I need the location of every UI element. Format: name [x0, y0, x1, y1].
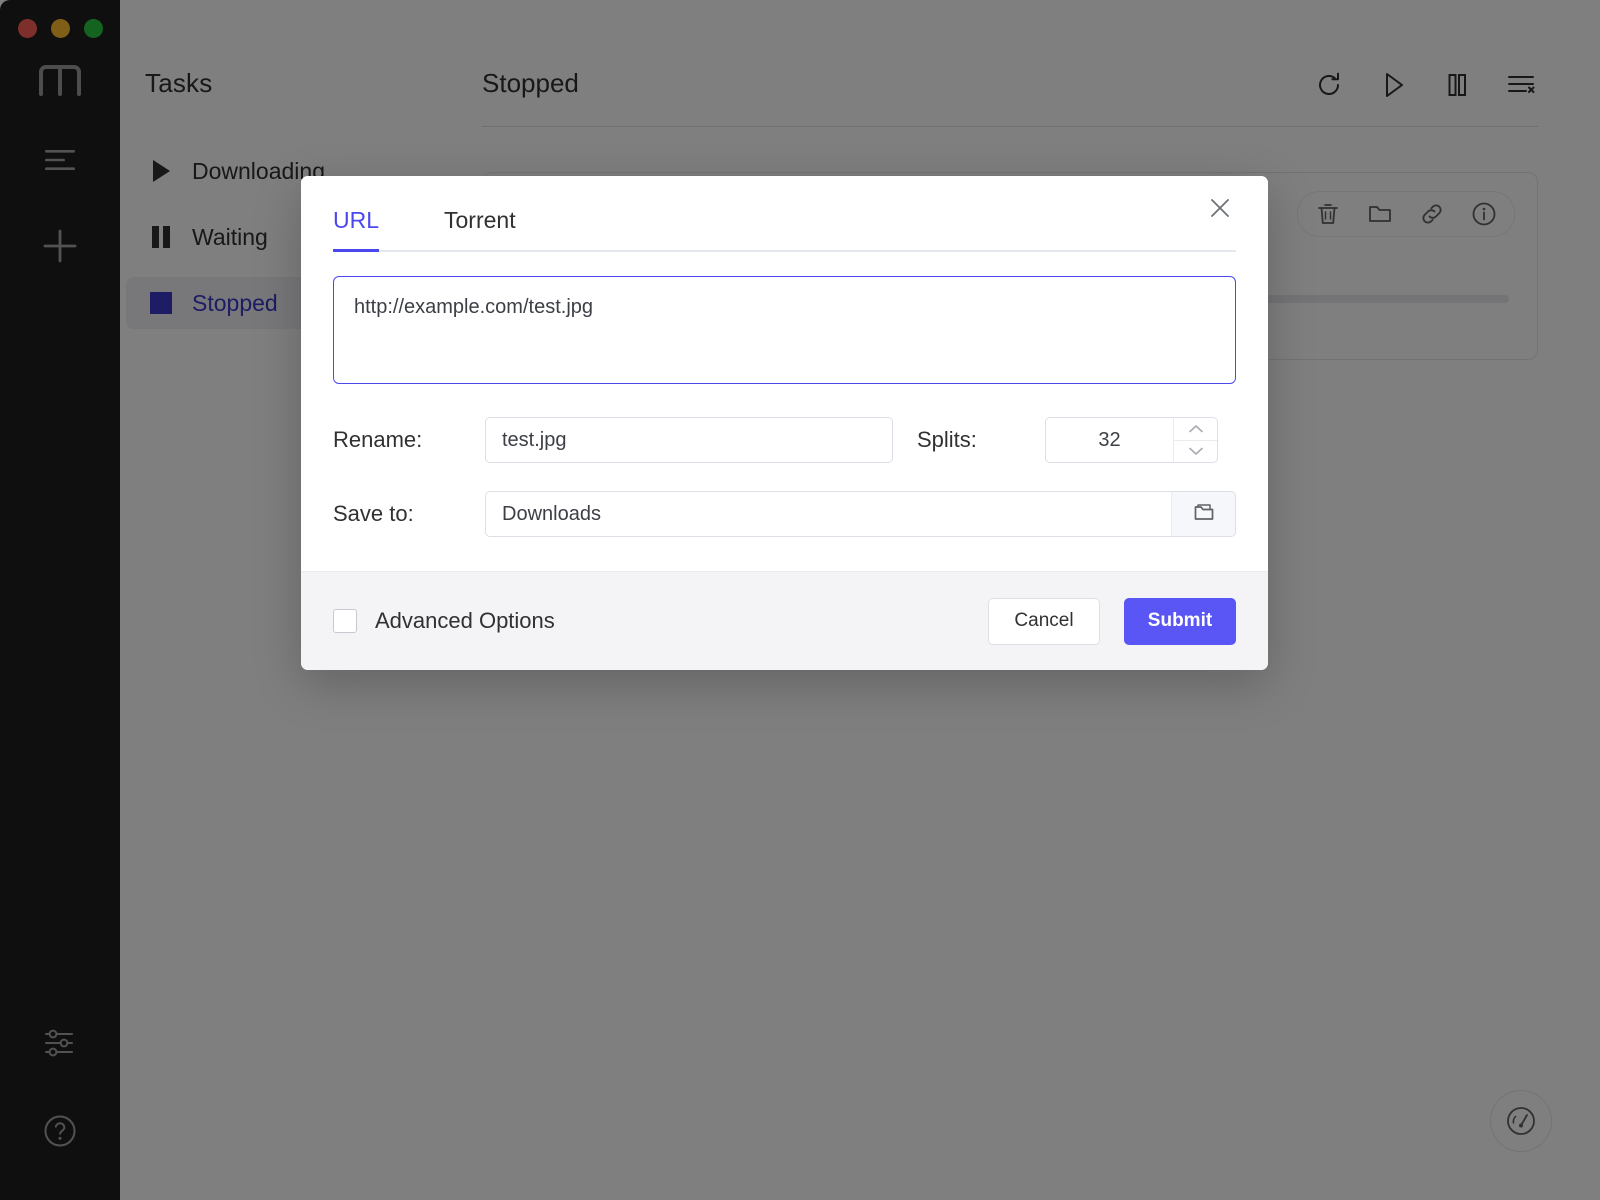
splits-stepper: [1045, 417, 1218, 463]
splits-input[interactable]: [1045, 417, 1173, 463]
submit-button[interactable]: Submit: [1124, 597, 1236, 645]
advanced-options-checkbox[interactable]: [333, 609, 357, 633]
rename-input[interactable]: [485, 417, 893, 463]
close-icon[interactable]: [1204, 192, 1236, 224]
browse-folder-button[interactable]: [1171, 491, 1236, 537]
dialog-tabs: URL Torrent: [333, 176, 1236, 252]
save-to-group: [485, 491, 1236, 537]
splits-label: Splits:: [917, 427, 977, 452]
add-task-dialog: URL Torrent Rename: Splits:: [301, 176, 1268, 670]
tab-torrent[interactable]: Torrent: [444, 207, 516, 250]
splits-spinner-buttons: [1173, 417, 1218, 463]
app-window: Tasks Downloading Waiting: [0, 0, 1600, 1200]
advanced-options-toggle[interactable]: Advanced Options: [333, 608, 555, 634]
tab-url[interactable]: URL: [333, 207, 380, 252]
dialog-footer: Advanced Options Cancel Submit: [301, 571, 1268, 670]
save-to-input[interactable]: [485, 491, 1171, 537]
url-input[interactable]: [333, 276, 1236, 384]
dialog-body: URL Torrent Rename: Splits:: [301, 176, 1268, 571]
chevron-down-icon[interactable]: [1174, 441, 1217, 463]
advanced-options-label: Advanced Options: [375, 608, 555, 633]
save-to-label: Save to:: [333, 501, 414, 526]
folder-icon: [1192, 500, 1216, 529]
rename-label: Rename:: [333, 427, 423, 452]
rename-splits-row: Rename: Splits:: [333, 417, 1236, 463]
chevron-up-icon[interactable]: [1174, 418, 1217, 441]
cancel-button[interactable]: Cancel: [988, 597, 1100, 645]
save-to-row: Save to:: [333, 491, 1236, 537]
